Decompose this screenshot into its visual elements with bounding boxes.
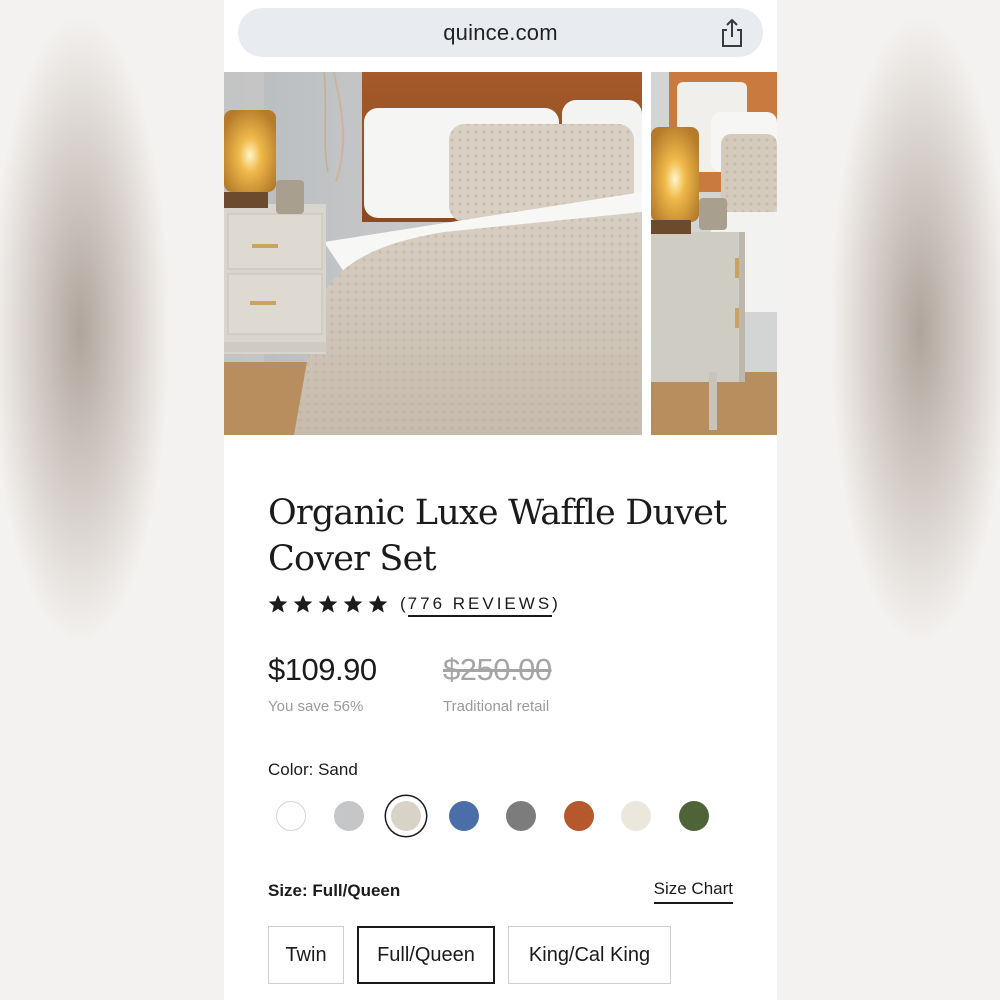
star-icon bbox=[368, 595, 388, 613]
product-title: Organic Luxe Waffle Duvet Cover Set bbox=[268, 493, 727, 579]
retail-price: $250.00 bbox=[443, 652, 552, 687]
color-swatch-white[interactable] bbox=[276, 801, 306, 831]
rating-stars bbox=[268, 594, 388, 614]
size-label-key: Size: bbox=[268, 881, 308, 900]
color-swatch-gray[interactable] bbox=[506, 801, 536, 831]
reviews-count[interactable]: 776 REVIEWS bbox=[407, 594, 553, 617]
star-icon bbox=[343, 595, 363, 613]
size-option-king-cal-king[interactable]: King/Cal King bbox=[508, 926, 671, 984]
color-swatch-blue[interactable] bbox=[448, 801, 479, 831]
selected-size: Full/Queen bbox=[312, 881, 401, 900]
color-swatch-sand[interactable] bbox=[391, 801, 421, 831]
phone-screen: quince.com Organic Luxe Waffle Duvet Cov… bbox=[224, 0, 777, 1000]
reviews-close-paren: ) bbox=[552, 594, 560, 613]
star-icon bbox=[293, 595, 313, 613]
color-swatch-rust[interactable] bbox=[563, 801, 594, 831]
color-swatch-ivory[interactable] bbox=[621, 801, 651, 831]
size-label: Size: Full/Queen bbox=[268, 881, 400, 901]
reviews-link[interactable]: (776 REVIEWS) bbox=[400, 594, 560, 617]
color-label: Color: Sand bbox=[268, 760, 358, 780]
color-label-key: Color: bbox=[268, 760, 314, 779]
share-icon[interactable] bbox=[719, 18, 745, 48]
address-bar[interactable]: quince.com bbox=[238, 8, 763, 57]
url-text[interactable]: quince.com bbox=[238, 20, 763, 46]
size-chart-link[interactable]: Size Chart bbox=[653, 879, 733, 904]
product-photo-main[interactable] bbox=[224, 72, 642, 435]
product-photo-next[interactable] bbox=[651, 72, 777, 435]
color-swatch-green[interactable] bbox=[678, 801, 709, 831]
size-option-twin[interactable]: Twin bbox=[268, 926, 344, 984]
size-option-full-queen[interactable]: Full/Queen bbox=[357, 926, 495, 984]
selected-color: Sand bbox=[318, 760, 358, 779]
color-swatch-light-gray[interactable] bbox=[333, 801, 364, 831]
color-swatches bbox=[274, 801, 734, 835]
reviews-open-paren: ( bbox=[400, 594, 408, 613]
product-image-gallery[interactable] bbox=[224, 72, 777, 435]
product-rating[interactable]: (776 REVIEWS) bbox=[268, 592, 560, 617]
sale-price: $109.90 bbox=[268, 652, 377, 687]
retail-label: Traditional retail bbox=[443, 698, 550, 715]
savings-text: You save 56% bbox=[268, 698, 364, 715]
star-icon bbox=[268, 595, 288, 613]
star-icon bbox=[318, 595, 338, 613]
